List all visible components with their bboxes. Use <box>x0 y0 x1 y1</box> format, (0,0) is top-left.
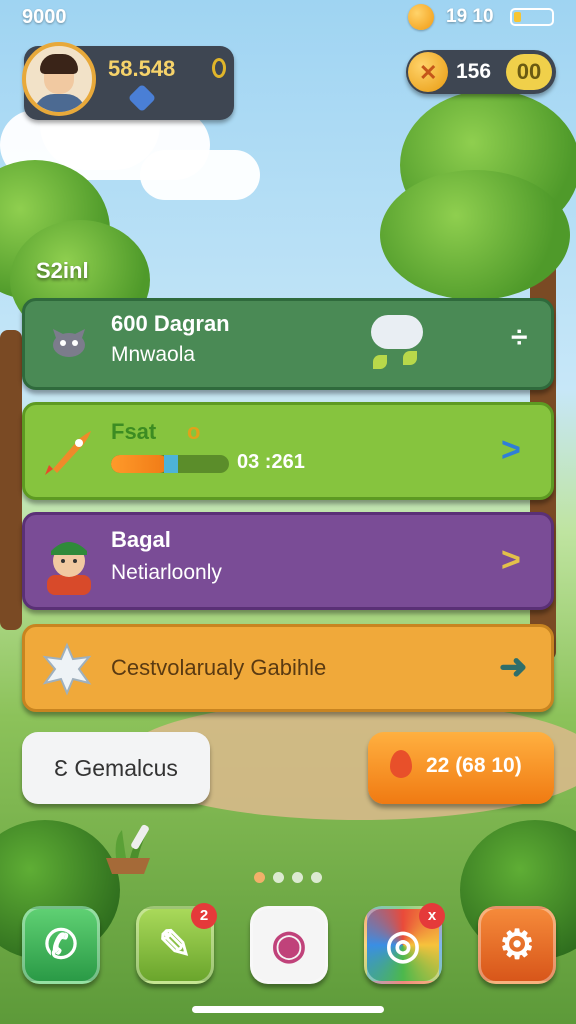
section-label: S2inl <box>36 258 89 283</box>
app-dock: ✆ ✎ 2 ◉ ◎ x ⚙ <box>0 903 576 990</box>
chevron-right-icon[interactable]: > <box>501 431 521 470</box>
page-dot[interactable] <box>273 872 284 883</box>
progress-fill <box>111 455 168 473</box>
dragon-icon <box>53 329 85 357</box>
leaf-icon <box>403 351 417 365</box>
card-subtitle: Cestvolarualy Gabihle <box>111 655 327 680</box>
card-title: Bagal <box>111 527 171 552</box>
phone-app-icon[interactable]: ✆ <box>22 906 100 984</box>
player-avatar-icon[interactable] <box>22 42 96 116</box>
balloon-icon <box>390 750 412 778</box>
character-card[interactable]: Bagal Netiarloonly > <box>22 512 554 610</box>
card-subtitle: Netiarloonly <box>111 561 222 584</box>
rocket-icon <box>45 431 91 475</box>
avatar-hair <box>40 54 78 74</box>
resource-value: 156 <box>456 60 492 83</box>
action-button[interactable]: 22 (68 10) <box>368 732 554 804</box>
gear-icon: ⚙ <box>499 923 535 967</box>
card-title: Fsat <box>111 419 157 444</box>
battery-level <box>514 12 522 22</box>
tree-trunk-left <box>0 330 22 630</box>
potted-plant-icon <box>106 824 150 874</box>
battery-icon <box>510 8 554 26</box>
chevron-right-icon[interactable]: > <box>501 541 521 580</box>
card-timer: 03 :261 <box>237 451 305 473</box>
resource-counter[interactable]: ✕ 156 00 <box>406 50 556 94</box>
settings-app-icon[interactable]: ⚙ <box>478 906 556 984</box>
status-indicators: 19 10 <box>446 6 494 27</box>
weather-cloud-icon <box>371 315 423 349</box>
resource-badge-glyph: ✕ <box>419 60 438 85</box>
browser-app-icon[interactable]: ◉ <box>250 906 328 984</box>
star-badge-icon <box>42 642 92 696</box>
cloud <box>140 150 260 200</box>
phone-icon: ✆ <box>44 923 78 967</box>
player-score: 58.548 <box>108 56 176 81</box>
page-dot[interactable] <box>254 872 265 883</box>
arrow-right-icon[interactable]: ➜ <box>499 647 528 687</box>
progress-bar <box>111 455 229 473</box>
page-dot[interactable] <box>292 872 303 883</box>
page-indicator[interactable] <box>250 870 326 888</box>
status-bar: 9000 19 10 <box>0 0 576 34</box>
gems-button[interactable]: Ɛ Gemalcus <box>22 732 210 804</box>
notification-badge: 2 <box>191 903 217 929</box>
quest-card-dragon[interactable]: 600 Dagran Mnwaola ÷ <box>22 298 554 390</box>
avatar-shirt <box>34 94 86 112</box>
card-badge: o <box>187 419 201 444</box>
card-title: 600 Dagran <box>111 311 230 336</box>
character-icon <box>47 542 91 595</box>
action-button-label: 22 (68 10) <box>426 754 522 777</box>
tree-crown-right <box>380 170 570 300</box>
leaf-icon <box>373 355 387 369</box>
card-subtitle: Mnwaola <box>111 343 196 366</box>
status-dot-icon <box>408 4 434 30</box>
quest-card-progress[interactable]: Fsat o 03 :261 > <box>22 402 554 500</box>
page-dot[interactable] <box>311 872 322 883</box>
gem-icon <box>127 83 157 113</box>
progress-marker <box>163 455 178 473</box>
event-card[interactable]: Cestvolarualy Gabihle ➜ <box>22 624 554 712</box>
messages-app-icon[interactable]: ✎ 2 <box>136 903 217 984</box>
camera-app-icon[interactable]: ◎ x <box>364 903 445 984</box>
compass-icon: ◉ <box>271 923 307 967</box>
resource-badge-icon: ✕ <box>408 52 448 92</box>
status-time: 9000 <box>22 6 67 28</box>
profile-panel[interactable]: 58.548 <box>22 42 234 120</box>
resource-add-button[interactable]: 00 <box>506 54 552 90</box>
coin-icon <box>212 58 226 78</box>
notification-badge: x <box>419 903 445 929</box>
home-indicator[interactable] <box>192 1006 384 1013</box>
divide-icon[interactable]: ÷ <box>511 321 527 355</box>
